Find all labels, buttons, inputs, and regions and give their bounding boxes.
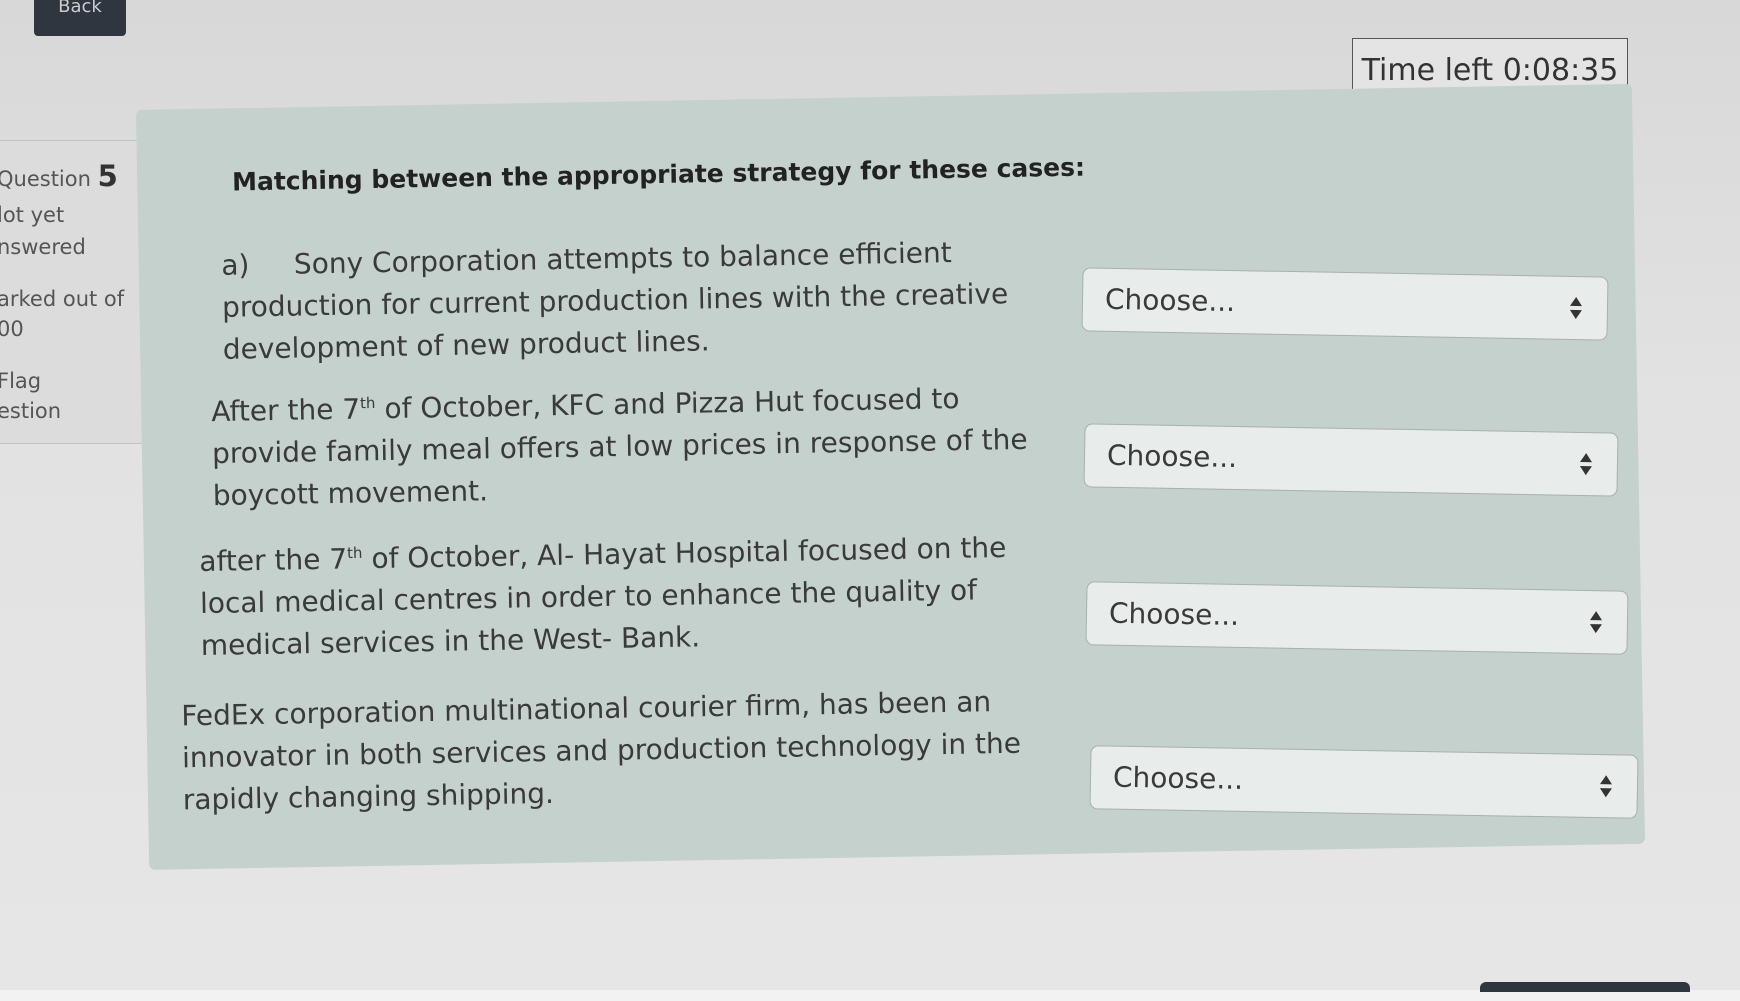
status-line-1: lot yet <box>0 203 65 227</box>
case-kfc-text: After the 7th of October, KFC and Pizza … <box>211 377 1029 517</box>
case-fedex-text: FedEx corporation multinational courier … <box>181 681 1022 822</box>
select-value: Choose... <box>1106 438 1238 475</box>
answer-select-2[interactable]: Choose... <box>1083 423 1619 497</box>
flag-question-line-2[interactable]: estion <box>0 399 61 423</box>
marked-line-2: 00 <box>0 317 24 341</box>
up-down-arrows-icon <box>1569 297 1582 320</box>
case-hospital-text: after the 7th of October, Al- Hayat Hosp… <box>199 527 1008 667</box>
answer-select-4[interactable]: Choose... <box>1089 745 1639 819</box>
answer-select-1[interactable]: Choose... <box>1081 267 1609 341</box>
marked-line-1: arked out of <box>0 287 125 311</box>
select-value: Choose... <box>1108 596 1240 632</box>
case-a-text: a) Sony Corporation attempts to balance … <box>221 231 1009 371</box>
screen-bottom-edge <box>0 990 1740 1001</box>
up-down-arrows-icon <box>1599 775 1612 798</box>
question-number-label: Question 5 <box>0 159 118 193</box>
back-button[interactable]: Back <box>34 0 126 36</box>
status-line-2: nswered <box>0 235 86 259</box>
select-value: Choose... <box>1112 760 1244 796</box>
question-word: Question <box>0 167 91 191</box>
answer-select-3[interactable]: Choose... <box>1085 581 1629 655</box>
next-page-button[interactable] <box>1480 982 1690 992</box>
up-down-arrows-icon <box>1589 611 1602 634</box>
flag-question-line-1[interactable]: Flag <box>0 369 41 393</box>
up-down-arrows-icon <box>1579 453 1592 476</box>
select-value: Choose... <box>1104 282 1236 319</box>
question-number: 5 <box>97 159 118 193</box>
